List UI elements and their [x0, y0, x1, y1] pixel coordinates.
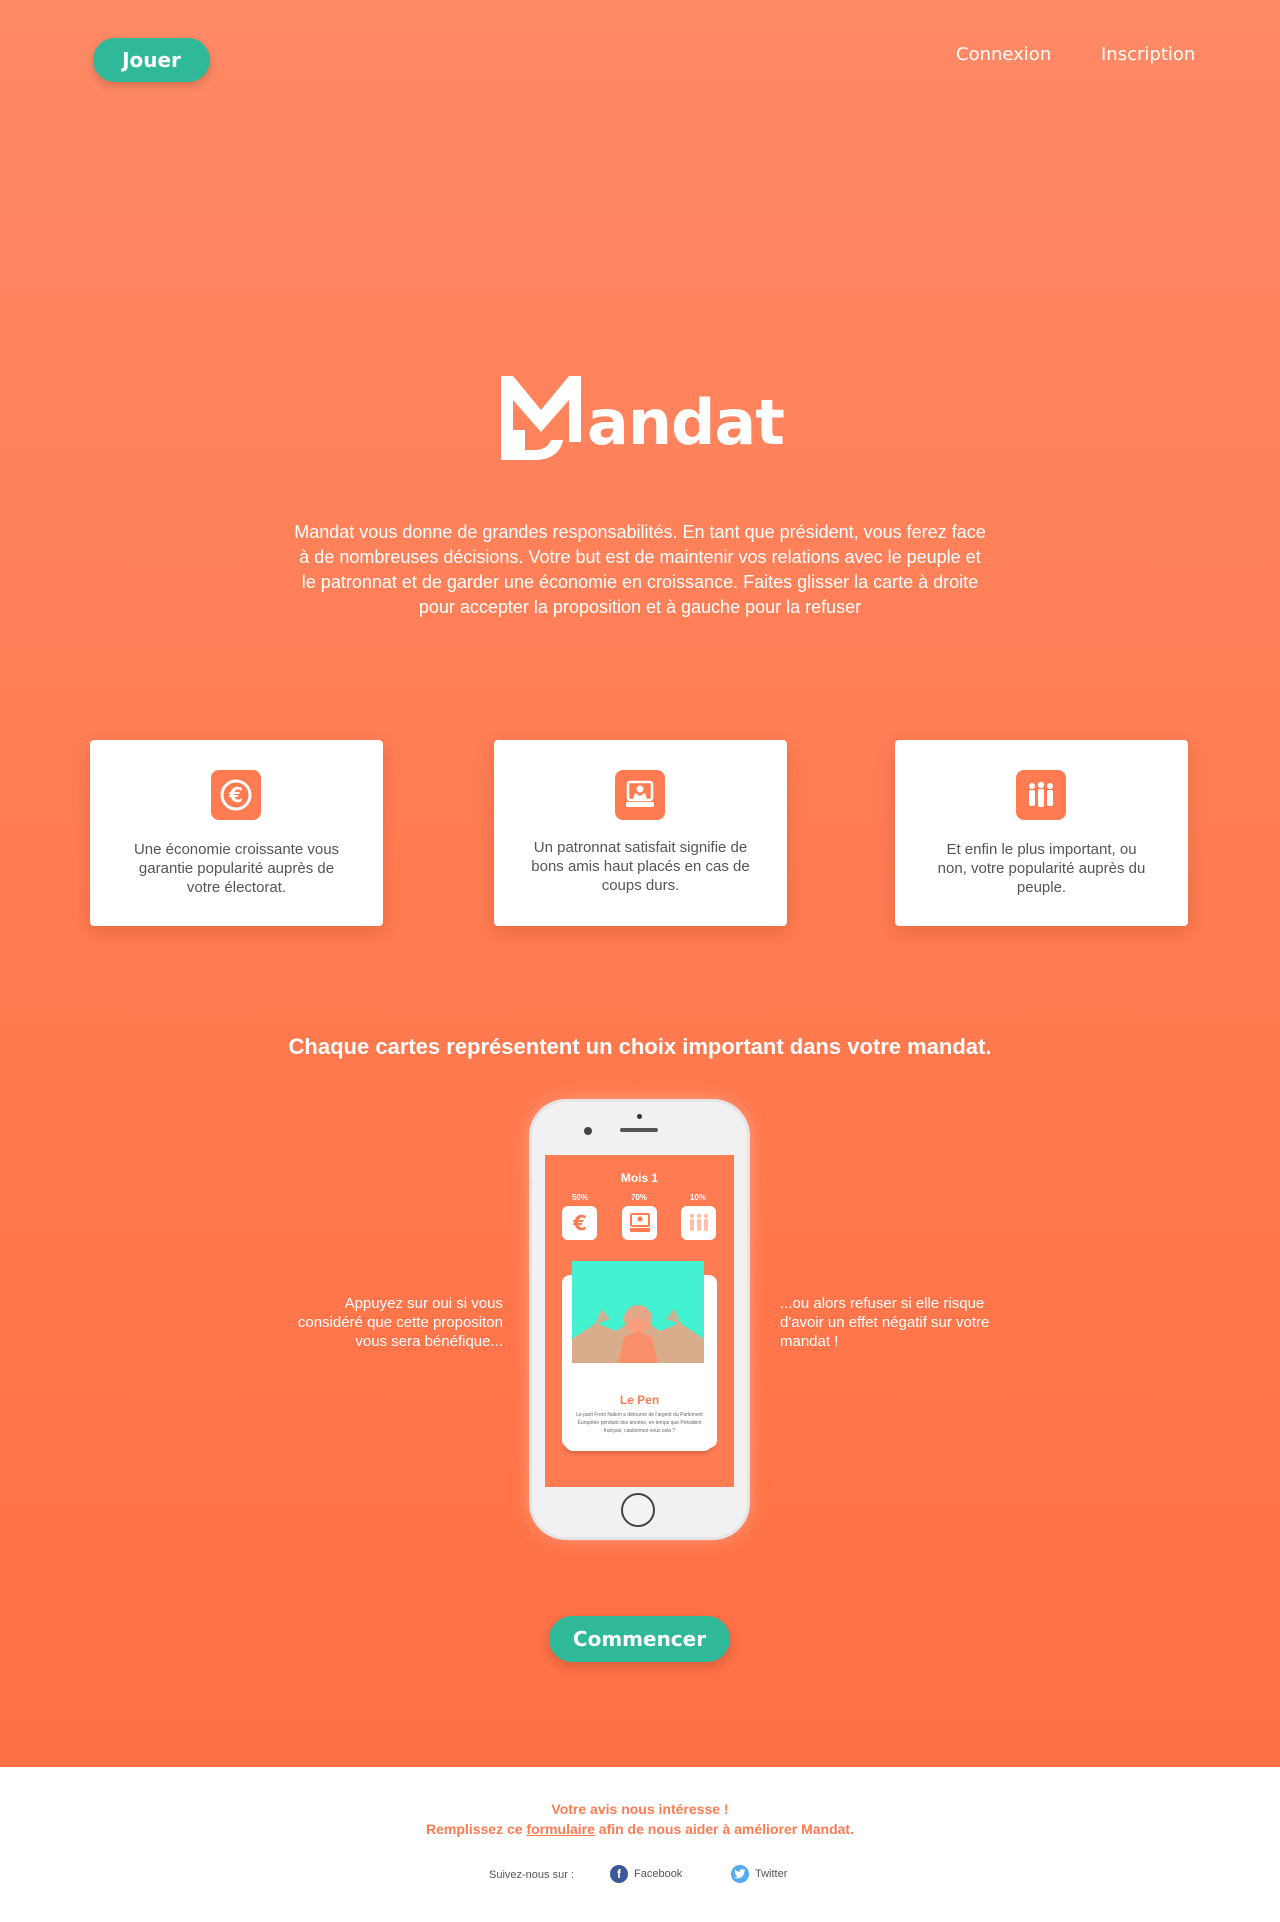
section-subtitle: Chaque cartes représentent un choix impo…: [288, 1034, 992, 1059]
phone-camera: [637, 1114, 642, 1119]
phone-screen: Mois 1 50% 70% 10% € Le Pen Le parti Fro…: [545, 1155, 734, 1487]
stat-people-value: 10%: [689, 1193, 706, 1202]
boss-icon: [615, 770, 665, 820]
phone-mute-switch: [529, 1180, 532, 1194]
play-button[interactable]: Jouer: [93, 38, 210, 82]
phone-speaker: [620, 1128, 658, 1132]
facebook-icon: f: [610, 1865, 628, 1883]
feature-card-bosses: Un patronnat satisfait signifie de bons …: [494, 740, 787, 926]
people-icon: [681, 1206, 716, 1240]
phone-volume-down: [529, 1242, 532, 1270]
phone-sensor: [584, 1127, 592, 1135]
twitter-label: Twitter: [755, 1868, 788, 1880]
svg-text:€: €: [228, 783, 243, 807]
logo-text: andat: [587, 386, 785, 459]
people-icon: [1016, 770, 1066, 820]
footer-text-before: Remplissez ce: [426, 1821, 523, 1837]
twitter-icon: [731, 1865, 749, 1883]
feature-card-text: Un patronnat satisfait signifie de bons …: [531, 839, 750, 894]
boss-icon: [622, 1206, 657, 1240]
hero-section: Jouer Connexion Inscription andat Mandat…: [0, 0, 1280, 1767]
card-description: Le parti Front Nation a détourné de l'ar…: [576, 1412, 703, 1434]
footer-text-after: afin de nous aider à améliorer Mandat.: [598, 1821, 854, 1837]
phone-home-button: [621, 1493, 655, 1527]
phone-mockup: Mois 1 50% 70% 10% € Le Pen Le parti Fro…: [529, 1102, 750, 1537]
accept-hint: Appuyez sur oui si vous considéré que ce…: [297, 1295, 503, 1350]
card-illustration: [572, 1261, 704, 1363]
refuse-hint: ...ou alors refuser si elle risque d'avo…: [780, 1295, 990, 1350]
euro-icon: €: [211, 770, 261, 820]
footer-feedback-title: Votre avis nous intéresse !: [551, 1801, 729, 1817]
footer-feedback-text: Remplissez ce formulaire afin de nous ai…: [0, 1821, 1280, 1837]
facebook-label: Facebook: [634, 1868, 683, 1880]
feature-card-text: Et enfin le plus important, ou non, votr…: [937, 841, 1146, 896]
start-button[interactable]: Commencer: [549, 1616, 730, 1662]
phone-volume-up: [529, 1207, 532, 1235]
svg-text:€: €: [572, 1211, 587, 1235]
stat-economy-value: 50%: [571, 1193, 588, 1202]
twitter-link[interactable]: Twitter: [731, 1865, 787, 1883]
mandat-logo: andat: [497, 372, 787, 464]
login-link[interactable]: Connexion: [956, 44, 1051, 65]
month-title: Mois 1: [620, 1171, 659, 1185]
feature-card-economy: € Une économie croissante vous garantie …: [90, 740, 383, 926]
feedback-form-link[interactable]: formulaire: [526, 1821, 594, 1837]
phone-power-button: [747, 1207, 750, 1235]
logo-mark-icon: [501, 376, 581, 460]
stat-bosses-value: 70%: [630, 1193, 647, 1202]
follow-label: Suivez-nous sur :: [489, 1869, 574, 1881]
signup-link[interactable]: Inscription: [1101, 44, 1195, 65]
euro-icon: €: [562, 1206, 597, 1240]
intro-text: Mandat vous donne de grandes responsabil…: [294, 522, 986, 617]
decision-card[interactable]: Le Pen Le parti Front Nation a détourné …: [562, 1261, 717, 1448]
card-title: Le Pen: [619, 1393, 660, 1407]
facebook-link[interactable]: f Facebook: [610, 1865, 682, 1883]
feature-card-text: Une économie croissante vous garantie po…: [133, 841, 340, 896]
feature-card-people: Et enfin le plus important, ou non, votr…: [895, 740, 1188, 926]
